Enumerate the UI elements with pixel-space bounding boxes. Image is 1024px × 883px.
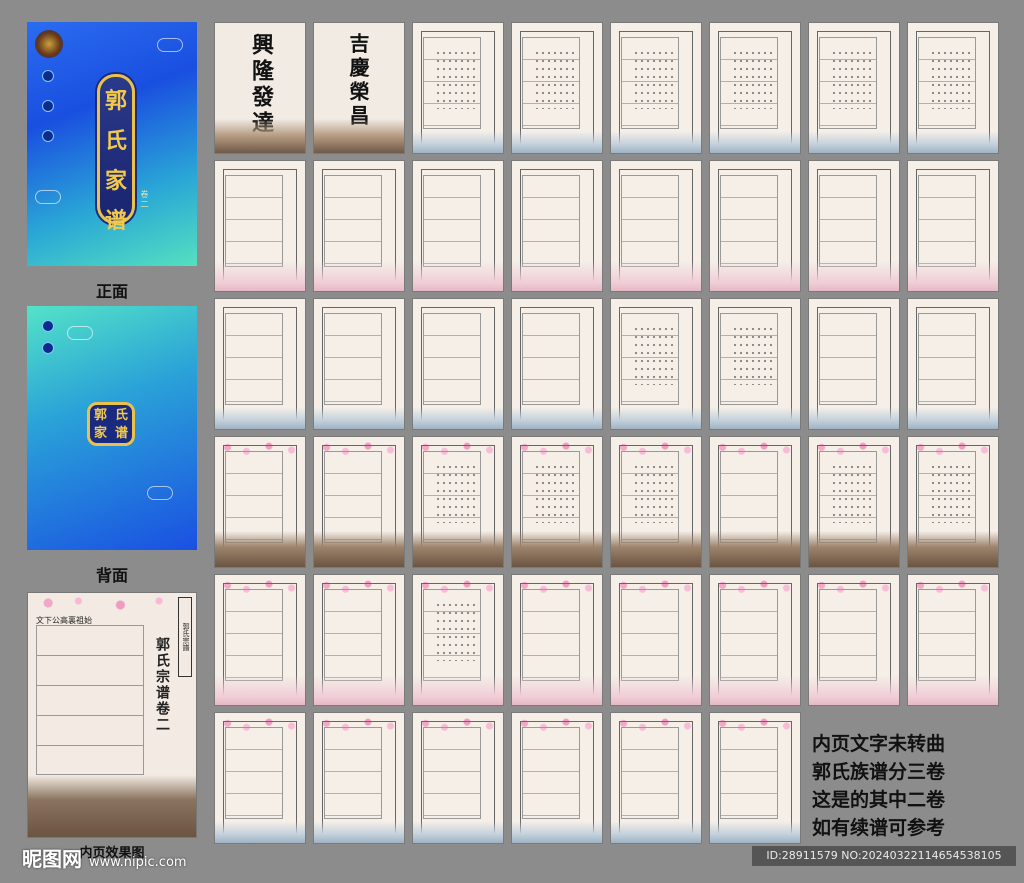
genealogy-page	[313, 160, 405, 292]
cover-title-plaque: 郭 氏 家 谱	[97, 74, 135, 234]
genealogy-page	[808, 298, 900, 430]
genealogy-page	[313, 712, 405, 844]
cover-title-char: 郭	[104, 88, 127, 114]
genealogy-page	[610, 712, 702, 844]
genealogy-grid	[36, 625, 144, 775]
genealogy-page	[511, 160, 603, 292]
sample-heading: 郭氏宗谱卷二	[154, 637, 170, 733]
genealogy-page	[214, 160, 306, 292]
front-cover: 郭 氏 家 谱 卷二	[27, 22, 197, 266]
cloud-icon	[157, 38, 183, 52]
genealogy-page	[907, 22, 999, 154]
calligraphy-page: 興隆發達	[214, 22, 306, 154]
genealogy-page	[808, 574, 900, 706]
genealogy-page	[907, 298, 999, 430]
genealogy-page	[907, 574, 999, 706]
genealogy-page	[214, 574, 306, 706]
cover-volume: 卷二	[140, 190, 149, 210]
calligraphy-page: 吉慶榮昌	[313, 22, 405, 154]
watermark-url: www.nipic.com	[88, 855, 187, 870]
genealogy-page	[511, 436, 603, 568]
seal-icon	[42, 342, 54, 354]
watermark-logo: 昵图网 www.nipic.com	[22, 843, 187, 872]
genealogy-page	[511, 712, 603, 844]
elders-illustration	[28, 775, 196, 837]
note-line: 郭氏族谱分三卷	[812, 761, 946, 783]
genealogy-page	[709, 436, 801, 568]
genealogy-page	[808, 436, 900, 568]
seal-icon	[42, 130, 54, 142]
note-line: 这是的其中二卷	[812, 789, 946, 811]
genealogy-page	[412, 160, 504, 292]
genealogy-page	[412, 436, 504, 568]
cover-title-char: 家	[104, 168, 127, 194]
genealogy-page	[907, 436, 999, 568]
genealogy-page	[610, 574, 702, 706]
back-title-char: 氏	[114, 408, 128, 423]
back-title-char: 谱	[114, 426, 128, 441]
genealogy-page	[412, 712, 504, 844]
back-title-char: 家	[93, 426, 107, 441]
back-cover: 郭 氏 家 谱	[27, 306, 197, 550]
sample-header: 文下公高裏祖始	[36, 616, 92, 625]
cover-title-char: 谱	[104, 208, 127, 234]
genealogy-page	[511, 298, 603, 430]
genealogy-page	[610, 22, 702, 154]
genealogy-page	[610, 298, 702, 430]
genealogy-page	[511, 574, 603, 706]
genealogy-page	[313, 436, 405, 568]
seal-icon	[42, 320, 54, 332]
genealogy-page	[709, 574, 801, 706]
genealogy-page	[709, 160, 801, 292]
genealogy-page	[709, 22, 801, 154]
elders-illustration	[314, 119, 404, 153]
front-cover-caption: 正面	[95, 282, 128, 301]
elders-illustration	[215, 119, 305, 153]
note-line: 如有续谱可参考	[812, 817, 946, 839]
emblem-icon	[35, 30, 63, 58]
seal-column	[42, 320, 54, 354]
back-title-char: 郭	[93, 408, 107, 423]
genealogy-page	[709, 298, 801, 430]
back-cover-caption: 背面	[95, 566, 128, 585]
watermark-name: 昵图网	[22, 847, 82, 871]
genealogy-page	[412, 298, 504, 430]
genealogy-page	[313, 298, 405, 430]
cover-title-char: 氏	[104, 128, 127, 154]
watermark-id: ID:28911579 NO:20240322114654538105	[752, 846, 1016, 866]
genealogy-page	[214, 712, 306, 844]
covers-column: 郭 氏 家 谱 卷二 正面 郭 氏 家 谱 背面 文下公高裏祖始 郭氏宗譜 郭氏…	[0, 0, 210, 883]
genealogy-page	[907, 160, 999, 292]
inner-pages-grid: 興隆發達 吉慶榮昌	[214, 22, 1006, 844]
calligraphy-text: 吉慶榮昌	[346, 33, 370, 129]
genealogy-page	[214, 298, 306, 430]
genealogy-page	[808, 22, 900, 154]
back-title-plaque: 郭 氏 家 谱	[87, 402, 135, 446]
genealogy-page	[610, 436, 702, 568]
genealogy-page	[511, 22, 603, 154]
genealogy-page	[808, 160, 900, 292]
cloud-icon	[147, 486, 173, 500]
seal-column	[42, 70, 54, 142]
note-line: 内页文字未转曲	[812, 733, 946, 755]
genealogy-page	[412, 22, 504, 154]
cloud-icon	[67, 326, 93, 340]
genealogy-page	[313, 574, 405, 706]
seal-icon	[42, 70, 54, 82]
sample-inner-page: 文下公高裏祖始 郭氏宗譜 郭氏宗谱卷二	[27, 592, 197, 838]
description-note: 内页文字未转曲 郭氏族谱分三卷 这是的其中二卷 如有续谱可参考	[812, 730, 1012, 842]
cloud-icon	[35, 190, 61, 204]
genealogy-page	[412, 574, 504, 706]
genealogy-page	[610, 160, 702, 292]
genealogy-page	[709, 712, 801, 844]
sample-band: 郭氏宗譜	[178, 597, 192, 677]
seal-icon	[42, 100, 54, 112]
blossom-decoration	[28, 593, 196, 613]
genealogy-page	[214, 436, 306, 568]
